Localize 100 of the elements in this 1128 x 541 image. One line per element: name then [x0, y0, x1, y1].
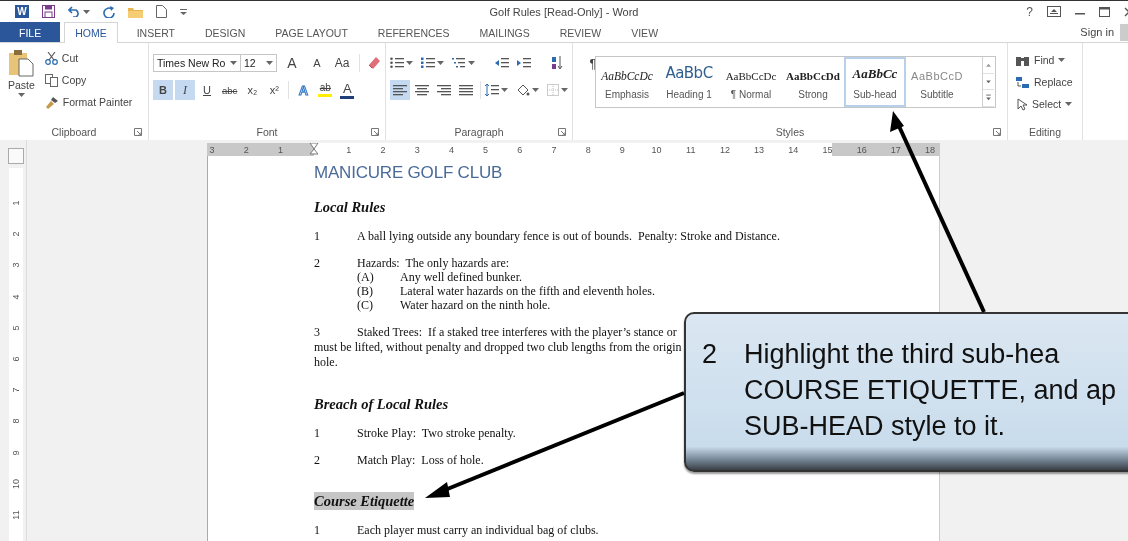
clipboard-button[interactable]: Copy	[40, 69, 137, 91]
paste-button[interactable]: Paste	[4, 47, 39, 124]
ribbon-tab[interactable]: HOME	[64, 22, 118, 43]
list-text: Any well defined bunker.	[400, 270, 522, 284]
dialog-launcher-icon[interactable]	[371, 128, 379, 136]
ribbon-tab[interactable]: REFERENCES	[366, 22, 461, 42]
ruler-number: 16	[856, 144, 867, 155]
font-size-field[interactable]: 12	[241, 54, 277, 72]
caret-icon	[1058, 58, 1066, 62]
ruler-number: 9	[11, 450, 21, 455]
dialog-launcher-icon[interactable]	[558, 128, 566, 136]
section-heading: Course Etiquette	[314, 492, 415, 510]
caret-icon[interactable]	[561, 88, 568, 92]
app-logo[interactable]: W	[15, 5, 29, 18]
change-case-button[interactable]: Aa	[332, 53, 353, 73]
list-number: 1	[314, 426, 321, 440]
list-number: 2	[314, 453, 321, 467]
ribbon-tab[interactable]: VIEW	[620, 22, 670, 42]
ribbon-tab[interactable]: FILE	[0, 22, 61, 42]
format-button[interactable]: B	[153, 80, 173, 100]
list-text: Water hazard on the ninth hole.	[400, 298, 551, 312]
pointer-icon	[1016, 97, 1028, 111]
caret-icon[interactable]	[532, 88, 539, 92]
step-number: 2	[702, 338, 719, 371]
font-color-button[interactable]: A	[337, 80, 358, 100]
caret-icon	[230, 61, 237, 65]
ruler-number: 7	[11, 387, 21, 393]
format-button[interactable]: U	[197, 80, 217, 100]
bullet-list-icon[interactable]	[390, 57, 404, 69]
increase-indent-icon[interactable]	[517, 57, 531, 69]
decrease-indent-icon[interactable]	[495, 57, 509, 69]
caret-icon[interactable]	[468, 61, 475, 65]
ruler-number: 1	[11, 200, 21, 206]
ribbon-tab[interactable]: MAILINGS	[468, 22, 541, 42]
clipboard-icon	[8, 49, 35, 77]
grow-font-button[interactable]: A	[282, 53, 302, 73]
list-text: Hazards: The only hazards are:	[357, 256, 510, 270]
redo-icon[interactable]	[103, 5, 115, 18]
ribbon-tab[interactable]: INSERT	[125, 22, 186, 42]
highlight-button[interactable]: ab	[315, 80, 336, 100]
ribbon-display-icon[interactable]	[1047, 6, 1061, 17]
dialog-launcher-icon[interactable]	[993, 128, 1001, 136]
list-text: Each player must carry an individual bag of clubs.	[357, 523, 599, 537]
dialog-launcher-icon[interactable]	[134, 128, 142, 136]
ribbon-tab[interactable]: DESIGN	[194, 22, 257, 42]
sort-icon[interactable]	[551, 56, 563, 70]
ruler-number: 5	[483, 144, 489, 155]
help-button[interactable]: ?	[1026, 4, 1033, 19]
ribbon-tab[interactable]: PAGE LAYOUT	[264, 22, 359, 42]
list-number: 2	[314, 256, 321, 270]
ruler-number: 1	[346, 144, 352, 155]
font-name-field[interactable]: Times New Ro	[153, 54, 241, 72]
numbered-list-icon[interactable]	[421, 57, 435, 69]
list-number: (C)	[357, 298, 374, 312]
undo-icon[interactable]	[68, 6, 81, 17]
document-title: MANICURE GOLF CLUB	[314, 162, 503, 184]
style-item[interactable]: AaBbCcDc ¶ Normal	[720, 57, 782, 107]
ruler-number: 18	[925, 144, 936, 155]
save-icon[interactable]	[42, 5, 55, 18]
eraser-icon[interactable]	[367, 56, 381, 70]
editing-button[interactable]: Replace	[1012, 71, 1078, 93]
group-label: Styles	[775, 126, 805, 138]
format-button[interactable]: x²	[264, 80, 285, 100]
ruler-number: 7	[551, 144, 557, 155]
list-text: A ball lying outside any boundary fence is out of bounds. Penalty: Stroke and Distance.	[357, 229, 780, 243]
line-spacing-icon[interactable]	[485, 84, 499, 96]
ruler-number: 3	[11, 262, 21, 268]
list-number: 1	[314, 229, 321, 243]
multilevel-list-icon[interactable]	[452, 57, 466, 69]
caret-icon[interactable]	[406, 61, 413, 65]
caret-icon[interactable]	[501, 88, 508, 92]
ruler-number: 12	[719, 144, 730, 155]
style-item[interactable]: AaBbCc Sub-head	[844, 57, 906, 107]
maximize-icon[interactable]	[1099, 6, 1110, 17]
caret-icon[interactable]	[83, 9, 90, 14]
scissors-icon	[44, 51, 58, 65]
style-item[interactable]: AaBbCcD Subtitle	[906, 57, 968, 107]
style-item[interactable]: AaBbC Heading 1	[658, 57, 720, 107]
sign-in-link[interactable]: Sign in	[1080, 26, 1114, 38]
shrink-font-button[interactable]: A	[307, 53, 327, 73]
clipboard-button[interactable]: Format Painter	[40, 91, 137, 113]
caret-icon	[17, 93, 25, 97]
editing-button[interactable]: Find	[1012, 49, 1078, 71]
format-button[interactable]: abc	[219, 80, 241, 100]
style-item[interactable]: AaBbCcDd Strong	[782, 57, 844, 107]
section-heading: Breach of Local Rules	[314, 395, 449, 413]
list-text: Match Play: Loss of hole.	[357, 453, 484, 467]
clipboard-button[interactable]: Cut	[40, 47, 137, 69]
paragraph-text: 3 Staked Trees: If a staked tree interferes with the player’s stance or must be lifted, without penalty and dropped two club lengths from the origin hole.	[314, 325, 682, 369]
paint-bucket-icon[interactable]	[516, 83, 530, 97]
editing-button[interactable]: Select	[1012, 93, 1078, 115]
instruction-text: Highlight the third sub-hea COURSE ETIQUETTE, and ap SUB-HEAD style to it.	[744, 338, 1117, 443]
list-number: 1	[314, 523, 321, 537]
document-icon[interactable]	[156, 5, 167, 18]
ruler-number: 14	[788, 144, 799, 155]
format-button[interactable]: I	[175, 80, 195, 100]
caret-icon[interactable]	[437, 61, 444, 65]
format-button[interactable]: x₂	[242, 80, 263, 100]
ribbon-tab[interactable]: REVIEW	[548, 22, 613, 42]
customize-icon[interactable]	[180, 8, 187, 15]
